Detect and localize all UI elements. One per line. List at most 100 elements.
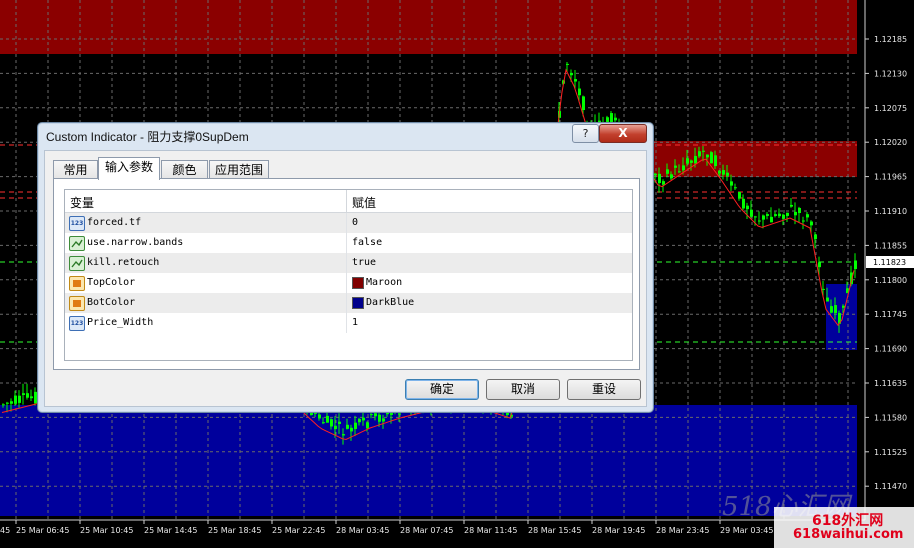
cell-separator <box>346 233 347 253</box>
tab-inputs[interactable]: 输入参数 <box>98 157 160 180</box>
candle-body <box>694 155 697 164</box>
table-row[interactable]: 123 Price_Width 1 <box>65 313 632 333</box>
numeric-type-icon: 123 <box>69 316 85 331</box>
demand-zone-right <box>826 284 857 350</box>
param-value[interactable]: Maroon <box>366 277 402 288</box>
candle-body <box>698 151 701 157</box>
candle-body <box>706 154 709 158</box>
price-label: 1.11525 <box>874 448 907 457</box>
bool-type-icon <box>69 256 85 271</box>
color-type-icon <box>69 276 85 291</box>
candle-body <box>14 395 17 404</box>
candle-body <box>690 160 693 163</box>
time-label: 25 Mar 18:45 <box>208 526 261 535</box>
candle-body <box>678 171 681 173</box>
price-label: 1.12075 <box>874 104 907 113</box>
param-name: Price_Width <box>87 317 154 328</box>
time-label: 25 Mar 14:45 <box>144 526 197 535</box>
candle-body <box>378 414 381 422</box>
candle-body <box>10 401 13 404</box>
param-value[interactable]: true <box>352 257 376 268</box>
candle-body <box>6 402 9 404</box>
color-swatch <box>352 297 364 309</box>
param-value[interactable]: 1 <box>352 317 358 328</box>
time-label: 28 Mar 15:45 <box>528 526 581 535</box>
candle-body <box>822 288 825 290</box>
candle-body <box>654 173 657 176</box>
param-value[interactable]: false <box>352 237 382 248</box>
candle-body <box>674 165 677 168</box>
current-price-label: 1.11823 <box>873 258 906 267</box>
candle-body <box>762 215 765 220</box>
candle-body <box>26 393 29 398</box>
tab-common[interactable]: 常用 <box>53 160 98 179</box>
numeric-type-icon: 123 <box>69 216 85 231</box>
reset-button[interactable]: 重设 <box>567 379 641 400</box>
candle-body <box>22 393 25 395</box>
candle-body <box>338 421 341 424</box>
table-row[interactable]: 123 forced.tf 0 <box>65 213 632 233</box>
candle-body <box>370 414 373 416</box>
time-label: 25 Mar 06:45 <box>16 526 69 535</box>
table-row[interactable]: TopColor Maroon <box>65 273 632 293</box>
cancel-button[interactable]: 取消 <box>486 379 560 400</box>
header-separator <box>346 190 347 212</box>
candle-body <box>330 419 333 427</box>
candle-body <box>718 170 721 174</box>
candle-body <box>802 220 805 222</box>
candle-body <box>374 413 377 417</box>
table-row[interactable]: use.narrow.bands false <box>65 233 632 253</box>
param-value[interactable]: DarkBlue <box>366 297 414 308</box>
bool-type-icon <box>69 236 85 251</box>
candle-body <box>854 260 857 270</box>
watermark-line2: 618waihui.com <box>793 527 904 542</box>
price-label: 1.12130 <box>874 69 907 78</box>
candle-body <box>686 158 689 164</box>
candle-body <box>578 88 581 96</box>
cell-separator <box>346 273 347 293</box>
price-label: 1.12185 <box>874 35 907 44</box>
bool-type-icon <box>71 259 83 268</box>
color-swatch <box>352 277 364 289</box>
candle-body <box>366 422 369 429</box>
dialog-body: 常用 输入参数 颜色 应用范围 变量 赋值 123 forced.tf 0 us… <box>44 150 647 407</box>
candle-body <box>810 221 813 226</box>
supply-zone-top <box>0 0 857 54</box>
candle-body <box>778 213 781 217</box>
candle-body <box>350 427 353 432</box>
candle-body <box>570 72 573 76</box>
candle-body <box>30 396 33 399</box>
help-button[interactable]: ? <box>572 124 599 143</box>
candle-body <box>766 214 769 216</box>
candle-body <box>670 174 673 179</box>
candle-body <box>814 234 817 240</box>
candle-body <box>722 170 725 175</box>
candle-body <box>774 214 777 216</box>
param-value[interactable]: 0 <box>352 217 358 228</box>
tab-colors[interactable]: 颜色 <box>161 160 208 179</box>
ok-button[interactable]: 确定 <box>405 379 479 400</box>
candle-body <box>322 422 325 424</box>
close-button[interactable]: X <box>599 124 647 143</box>
time-label: 29 Mar 03:45 <box>720 526 773 535</box>
candle-body <box>710 152 713 164</box>
candle-body <box>18 395 21 403</box>
price-label: 1.12020 <box>874 138 907 147</box>
table-row[interactable]: kill.retouch true <box>65 253 632 273</box>
price-label: 1.11470 <box>874 482 907 491</box>
column-header-variable[interactable]: 变量 <box>70 194 94 211</box>
candle-body <box>746 205 749 210</box>
candle-body <box>714 155 717 167</box>
table-row[interactable]: BotColor DarkBlue <box>65 293 632 313</box>
param-name: BotColor <box>87 297 136 308</box>
column-header-value[interactable]: 赋值 <box>352 194 376 211</box>
price-label: 1.11800 <box>874 276 907 285</box>
time-label: 28 Mar 11:45 <box>464 526 517 535</box>
tab-visualization[interactable]: 应用范围 <box>209 160 269 179</box>
candle-body <box>702 150 705 152</box>
candle-body <box>826 297 829 302</box>
candle-body <box>666 169 669 174</box>
candle-body <box>834 305 837 314</box>
candle-body <box>798 207 801 214</box>
price-label: 1.11855 <box>874 241 907 250</box>
